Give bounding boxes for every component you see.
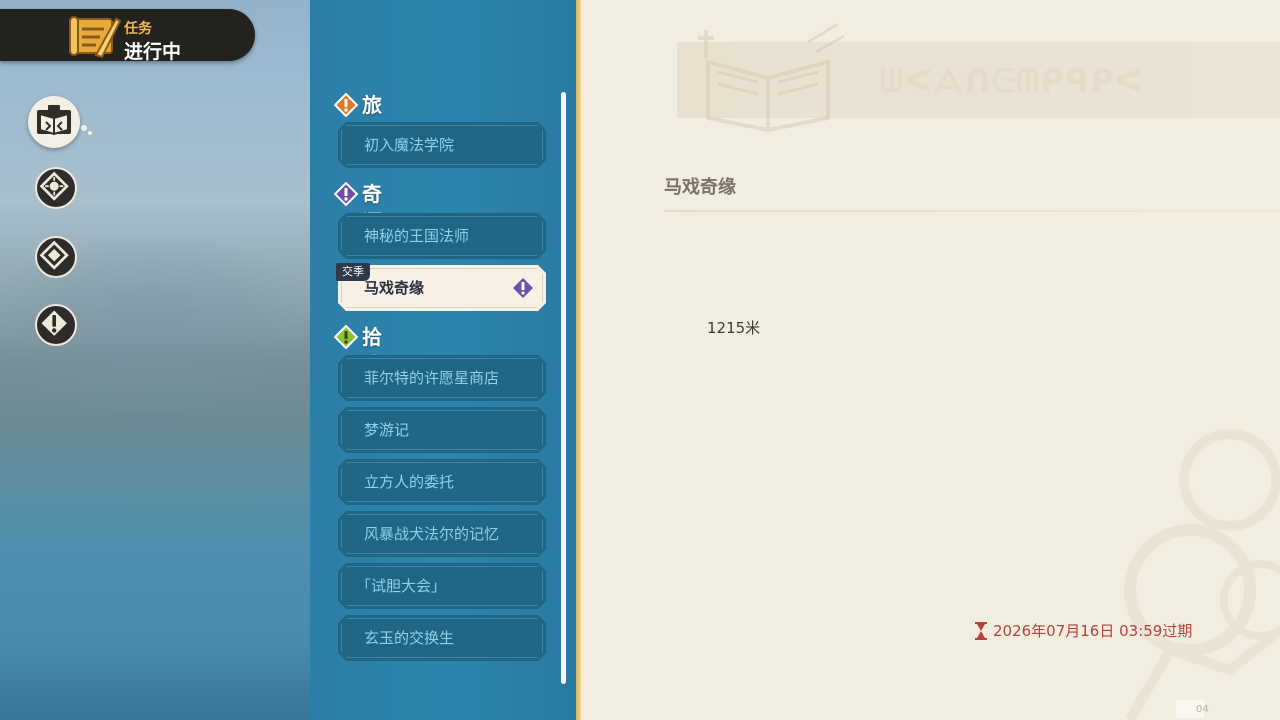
orange-exclamation-icon [334,93,358,117]
quest-item-label: 玄玉的交换生 [364,629,455,647]
quest-item[interactable]: 立方人的委托 [338,459,546,505]
quest-item[interactable]: 初入魔法学院 [338,122,546,168]
compass-emblem-button-2[interactable] [35,236,77,278]
exclamation-icon [41,310,67,336]
corner-code-text: 04 [1196,704,1209,715]
quest-item[interactable]: 风暴战犬法尔的记忆 [338,511,546,557]
compass-emblem-button[interactable] [35,167,77,209]
quest-item[interactable]: 「试胆大会」 [338,563,546,609]
compass-emblem-icon [39,171,69,201]
quest-item[interactable]: 玄玉的交换生 [338,615,546,661]
quest-item-label: 菲尔特的许愿星商店 [364,369,500,387]
quest-detail-title: 马戏奇缘 [664,177,736,198]
rune-decoration-text: ᗯᐸᗋᑎᕮᗰᑭᑫᑭᐸ [880,62,1145,100]
quest-list-scrollbar[interactable] [561,92,566,684]
open-book-emblem-icon [698,22,845,133]
notification-dots-icon [81,125,92,135]
quest-book-icon [37,105,71,136]
quest-item[interactable]: 菲尔特的许愿星商店 [338,355,546,401]
quest-distance: 1215米 [707,319,761,337]
quest-status-header: 任务 进行中 [0,9,255,63]
quest-scroll-icon [69,16,122,59]
decorative-watermark-icon [1124,429,1280,720]
header-title: 进行中 [124,41,182,63]
quest-item-label: 马戏奇缘 [364,279,425,297]
quest-item-label: 神秘的王国法师 [364,227,470,245]
quest-item-label: 梦游记 [364,421,410,439]
green-exclamation-icon [334,325,358,349]
quest-book-button[interactable] [28,96,92,148]
quest-item[interactable]: 神秘的王国法师 [338,213,546,259]
season-tag: 交季 [336,263,370,281]
exclamation-button[interactable] [35,304,77,346]
title-divider [664,210,1280,212]
quest-item-label: 立方人的委托 [364,473,455,491]
quest-item[interactable]: 梦游记 [338,407,546,453]
expiry-text: 2026年07月16日 03:59过期 [993,622,1193,640]
quest-item-label: 初入魔法学院 [364,136,455,154]
header-subtitle: 任务 [124,21,152,37]
quest-item-label: 风暴战犬法尔的记忆 [364,525,500,543]
compass-emblem-icon [39,240,69,270]
hourglass-icon [975,622,987,640]
purple-exclamation-icon [334,182,358,206]
quest-item-label: 「试胆大会」 [356,577,447,595]
purple-exclamation-icon [513,278,533,298]
